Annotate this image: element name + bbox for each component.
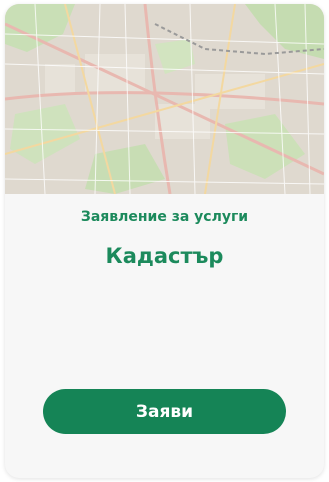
map-image (5, 4, 324, 194)
apply-button-label: Заяви (135, 401, 194, 422)
apply-button[interactable]: Заяви (43, 389, 286, 434)
map-thumbnail (5, 4, 324, 194)
service-card: Заявление за услуги Кадастър Заяви (5, 4, 324, 478)
card-title: Кадастър (105, 244, 224, 268)
card-subtitle: Заявление за услуги (80, 209, 249, 225)
